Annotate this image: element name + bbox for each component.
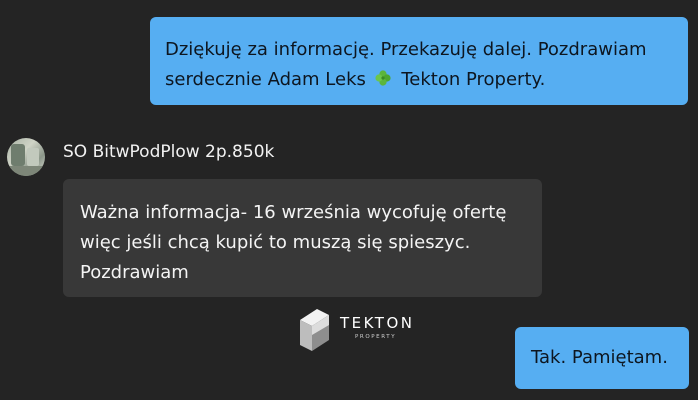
message-text-line: serdecznie Adam Leks Tekton Property. (165, 65, 674, 97)
four-leaf-clover-icon (374, 67, 392, 97)
message-text-line: Ważna informacja- 16 września wycofuję o… (80, 202, 507, 223)
incoming-message-bubble[interactable]: Ważna informacja- 16 września wycofuję o… (63, 179, 542, 297)
tekton-logo: TEKTON PROPERTY (296, 307, 436, 355)
sender-name: SO BitwPodPlow 2p.850k (63, 142, 275, 162)
message-text: serdecznie Adam Leks (165, 69, 366, 90)
outgoing-message-bubble[interactable]: Tak. Pamiętam. (515, 327, 689, 389)
message-text-line: Dziękuję za informację. Przekazuję dalej… (165, 39, 647, 60)
tekton-cube-icon (300, 309, 329, 351)
message-text: Tak. Pamiętam. (531, 347, 668, 368)
logo-wordmark: TEKTON (340, 314, 415, 332)
logo-subtitle: PROPERTY (355, 334, 397, 340)
outgoing-message-bubble[interactable]: Dziękuję za informację. Przekazuję dalej… (150, 17, 688, 105)
avatar[interactable] (7, 138, 45, 176)
message-text: Tekton Property. (401, 69, 546, 90)
message-text-line: Pozdrawiam (80, 262, 189, 283)
message-text-line: więc jeśli chcą kupić to muszą się spies… (80, 232, 471, 253)
